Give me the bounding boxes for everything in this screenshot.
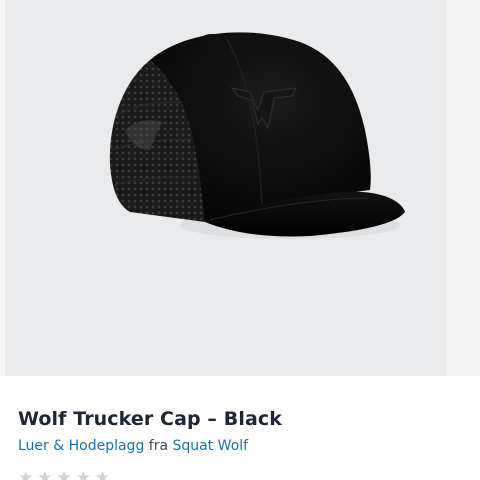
rating-stars[interactable]: ★ ★ ★ ★ ★: [18, 468, 111, 480]
trucker-cap-image[interactable]: [0, 0, 480, 376]
product-info: Wolf Trucker Cap – Black Luer & Hodeplag…: [0, 376, 480, 480]
product-title[interactable]: Wolf Trucker Cap – Black: [18, 408, 282, 430]
product-image-area[interactable]: [0, 0, 480, 376]
brand-link[interactable]: Squat Wolf: [173, 438, 249, 454]
from-text: fra: [148, 438, 169, 454]
category-link[interactable]: Luer & Hodeplagg: [18, 438, 144, 454]
star-icon: ★: [75, 468, 91, 480]
star-icon: ★: [37, 468, 53, 480]
star-icon: ★: [56, 468, 72, 480]
star-icon: ★: [95, 468, 111, 480]
product-subtitle: Luer & Hodeplagg fra Squat Wolf: [18, 438, 248, 454]
star-icon: ★: [18, 468, 34, 480]
